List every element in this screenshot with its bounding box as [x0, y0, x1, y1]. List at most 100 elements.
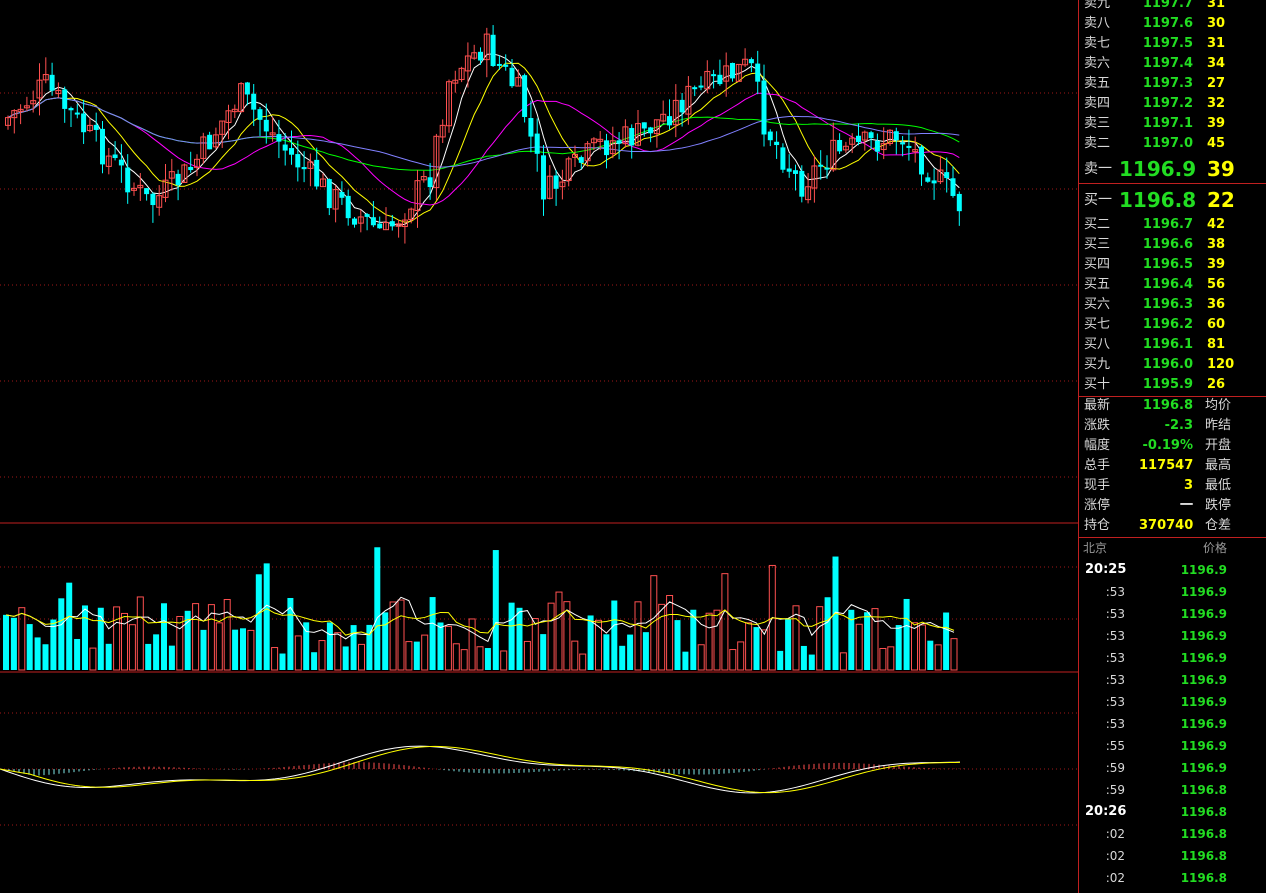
volume-bar-down — [603, 634, 610, 670]
quote-row[interactable]: 持仓 370740 仓差 — [1079, 516, 1266, 536]
ask-row[interactable]: 卖八 1197.6 30 — [1079, 14, 1266, 34]
tick-row[interactable]: :53 1196.9 — [1079, 669, 1266, 691]
candle-body-down — [648, 127, 654, 134]
tick-price: 1196.9 — [1180, 761, 1227, 775]
quote-label-secondary: 开盘 — [1205, 438, 1232, 453]
volume-bar-up — [737, 641, 745, 671]
ask-level-label: 卖七 — [1084, 36, 1111, 51]
candle-body-down — [364, 214, 370, 217]
quote-row[interactable]: 涨跌 -2.3 昨结 — [1079, 416, 1266, 436]
tick-row[interactable]: :59 1196.9 — [1079, 757, 1266, 779]
bid-row[interactable]: 买八 1196.1 81 — [1079, 335, 1266, 355]
volume-bar-up — [729, 649, 737, 671]
volume-bar-up — [523, 640, 531, 671]
volume-bar-down — [429, 597, 436, 670]
volume-bar-down — [240, 628, 246, 670]
quote-row[interactable]: 总手 117547 最高 — [1079, 456, 1266, 476]
macd-dea-line — [0, 745, 961, 794]
candle-body-down — [925, 177, 931, 182]
candle-body-down — [755, 63, 761, 82]
volume-bar-up — [121, 612, 128, 671]
tick-row[interactable]: :02 1196.8 — [1079, 823, 1266, 845]
candle-body-down — [604, 140, 609, 156]
bid-row[interactable]: 买六 1196.3 36 — [1079, 295, 1266, 315]
bid-level-label: 买六 — [1084, 297, 1111, 312]
ask-row[interactable]: 卖七 1197.5 31 — [1079, 34, 1266, 54]
bid-row[interactable]: 买十 1195.9 26 — [1079, 375, 1266, 395]
volume-bar-down — [311, 652, 318, 670]
quote-label-secondary: 仓差 — [1205, 518, 1232, 533]
ask-row[interactable]: 卖四 1197.2 32 — [1079, 94, 1266, 114]
bid-row[interactable]: 买三 1196.6 38 — [1079, 235, 1266, 255]
candle-body-down — [667, 116, 672, 126]
candles — [5, 25, 962, 244]
tick-row[interactable]: :53 1196.9 — [1079, 625, 1266, 647]
tick-row[interactable]: :59 1196.8 — [1079, 779, 1266, 801]
candle-body-down — [786, 168, 792, 172]
candle-body-down — [207, 134, 213, 150]
volume-bar-down — [50, 619, 57, 670]
tick-time: 20:25 — [1085, 562, 1127, 577]
tick-row[interactable]: :53 1196.9 — [1079, 603, 1266, 625]
candle-body-down — [74, 112, 80, 115]
bid-row[interactable]: 买二 1196.7 42 — [1079, 215, 1266, 235]
ask-volume: 27 — [1207, 76, 1226, 91]
bid-row[interactable]: 买五 1196.4 56 — [1079, 275, 1266, 295]
quote-row[interactable]: 现手 3 最低 — [1079, 476, 1266, 496]
quote-row[interactable]: 最新 1196.8 均价 — [1079, 396, 1266, 416]
ask-row[interactable]: 卖三 1197.1 39 — [1079, 114, 1266, 134]
volume-bar-down — [279, 653, 286, 670]
volume-bar-down — [611, 600, 618, 670]
quote-value: -0.19% — [1142, 438, 1194, 453]
tick-row[interactable]: 20:26 1196.8 — [1079, 801, 1266, 823]
ask-row[interactable]: 卖六 1197.4 34 — [1079, 54, 1266, 74]
candle-body-down — [679, 99, 685, 113]
candle-body-down — [118, 159, 124, 166]
ask1-row[interactable]: 卖一 1196.9 39 — [1079, 159, 1266, 179]
candle-body-down — [188, 166, 194, 171]
volume-bar-up — [113, 606, 121, 671]
quote-row[interactable]: 涨停 一跌停 — [1079, 496, 1266, 516]
quote-row[interactable]: 幅度 -0.19% 开盘 — [1079, 436, 1266, 456]
candle-body-down — [100, 128, 105, 165]
volume-bar-down — [263, 563, 270, 670]
ask-row[interactable]: 卖五 1197.3 27 — [1079, 74, 1266, 94]
candle-body-down — [81, 113, 87, 133]
volume-bar-down — [326, 622, 333, 670]
candlestick-chart-area[interactable] — [0, 0, 1078, 893]
bid-row[interactable]: 买七 1196.2 60 — [1079, 315, 1266, 335]
bid-price: 1196.7 — [1142, 217, 1193, 232]
volume-bar-down — [753, 627, 760, 670]
tick-price: 1196.9 — [1180, 717, 1227, 731]
tick-row[interactable]: 20:25 1196.9 — [1079, 559, 1266, 581]
ask-volume: 32 — [1207, 96, 1226, 111]
candle-body-down — [352, 218, 357, 225]
candle-body-down — [125, 167, 131, 193]
tick-row[interactable]: :53 1196.9 — [1079, 647, 1266, 669]
ask-row[interactable]: 卖九 1197.7 31 — [1079, 0, 1266, 14]
volume-bar-down — [200, 629, 207, 670]
tick-row[interactable]: :53 1196.9 — [1079, 713, 1266, 735]
tick-row[interactable]: :02 1196.8 — [1079, 867, 1266, 889]
volume-bar-up — [358, 643, 365, 671]
tick-row[interactable]: :55 1196.9 — [1079, 735, 1266, 757]
ask-row[interactable]: 卖二 1197.0 45 — [1079, 134, 1266, 154]
candle-body-down — [944, 172, 950, 179]
tick-row[interactable]: :53 1196.9 — [1079, 581, 1266, 603]
tick-time: :53 — [1105, 585, 1125, 599]
bid-row[interactable]: 买九 1196.0 120 — [1079, 355, 1266, 375]
tick-row[interactable]: :53 1196.9 — [1079, 691, 1266, 713]
tick-row[interactable]: :02 1196.8 — [1079, 845, 1266, 867]
candle-body-down — [251, 93, 257, 110]
bid1-row[interactable]: 买一 1196.8 22 — [1079, 190, 1266, 210]
tick-price: 1196.9 — [1180, 651, 1227, 665]
bid-price: 1196.1 — [1142, 337, 1193, 352]
candle-body-down — [528, 118, 534, 137]
bid-row[interactable]: 买四 1196.5 39 — [1079, 255, 1266, 275]
bid-price: 1196.0 — [1142, 357, 1193, 372]
quote-panel: 卖九 1197.7 31 卖八 1197.6 30 卖七 1197.5 31 卖六 1197.4 34… — [1078, 0, 1266, 893]
candle-body-down — [295, 154, 301, 168]
quote-label-secondary: 跌停 — [1205, 498, 1232, 513]
candle-body-down — [767, 131, 773, 141]
candle-body-down — [93, 124, 99, 130]
